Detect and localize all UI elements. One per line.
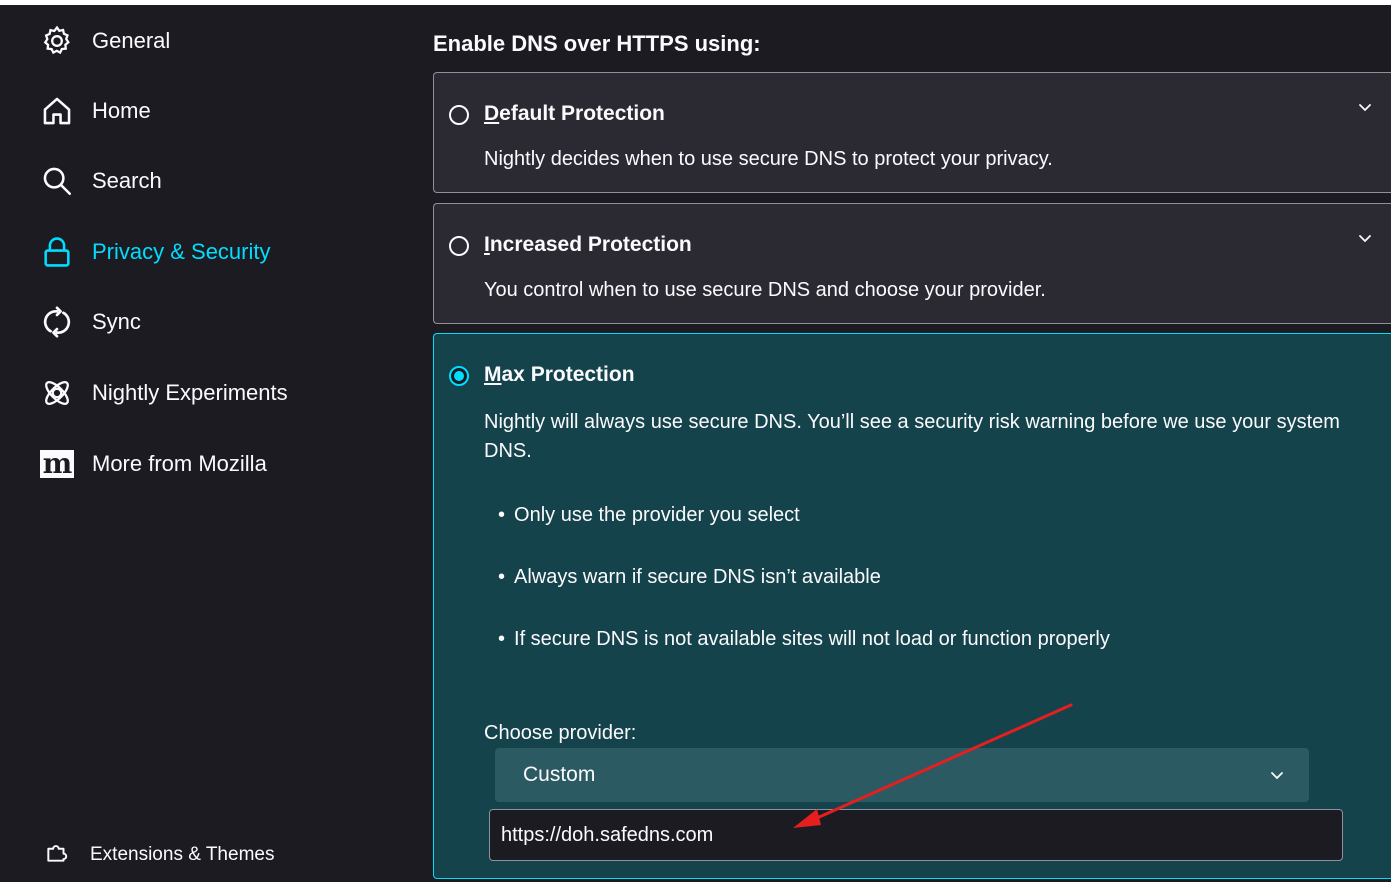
experiments-icon	[40, 377, 80, 409]
sidebar-item-privacy-security[interactable]: Privacy & Security	[40, 230, 271, 274]
sidebar-item-label: General	[92, 28, 171, 53]
option-max-protection[interactable]: Max Protection Nightly will always use s…	[433, 333, 1391, 879]
section-heading: Enable DNS over HTTPS using:	[433, 31, 761, 56]
chevron-down-icon	[1271, 772, 1283, 780]
chevron-down-icon[interactable]	[1355, 228, 1375, 248]
gear-icon	[40, 25, 80, 57]
sidebar-item-sync[interactable]: Sync	[40, 300, 141, 344]
sync-icon	[40, 306, 80, 338]
list-item: Always warn if secure DNS isn’t availabl…	[498, 563, 1110, 625]
dns-over-https-section: Enable DNS over HTTPS using: Default Pro…	[433, 5, 1391, 882]
sidebar-item-label: Extensions & Themes	[90, 844, 275, 865]
radio-increased-protection[interactable]	[449, 236, 469, 256]
chevron-down-icon[interactable]	[1355, 97, 1375, 117]
option-default-protection[interactable]: Default Protection Nightly decides when …	[433, 72, 1391, 193]
access-key: M	[484, 363, 502, 386]
radio-max-protection[interactable]	[449, 366, 469, 386]
sidebar-item-general[interactable]: General	[40, 19, 170, 63]
option-increased-protection[interactable]: Increased Protection You control when to…	[433, 203, 1391, 324]
list-item: Only use the provider you select	[498, 501, 1110, 563]
sidebar-item-search[interactable]: Search	[40, 159, 162, 203]
sidebar-item-home[interactable]: Home	[40, 89, 151, 133]
home-icon	[40, 95, 80, 127]
access-key: D	[484, 102, 500, 125]
option-description: Nightly decides when to use secure DNS t…	[484, 148, 1053, 170]
sidebar-extensions-themes[interactable]: Extensions & Themes	[44, 840, 274, 870]
sidebar-item-label: Privacy & Security	[92, 239, 271, 264]
custom-provider-url-input[interactable]: https://doh.safedns.com	[489, 809, 1343, 861]
puzzle-icon	[44, 839, 70, 871]
sidebar-item-label: More from Mozilla	[92, 451, 267, 476]
provider-select[interactable]: Custom	[495, 748, 1309, 802]
mozilla-m-icon: m	[40, 450, 74, 478]
provider-select-value: Custom	[523, 763, 596, 786]
sidebar-item-label: Search	[92, 168, 162, 193]
option-description: Nightly will always use secure DNS. You’…	[484, 411, 1340, 462]
option-title-text: ncreased Protection	[489, 233, 692, 256]
sidebar-item-label: Sync	[92, 309, 141, 334]
sidebar-item-label: Nightly Experiments	[92, 380, 288, 405]
sidebar: General Home Search Privacy & Security S…	[0, 5, 410, 882]
lock-icon	[40, 236, 80, 268]
search-icon	[40, 165, 80, 197]
choose-provider-label: Choose provider:	[484, 722, 637, 744]
option-title: Increased Protection	[484, 233, 692, 257]
option-title-text: efault Protection	[499, 102, 665, 125]
list-item: If secure DNS is not available sites wil…	[498, 625, 1110, 687]
max-protection-bullets: Only use the provider you select Always …	[498, 501, 1110, 687]
option-title-text: ax Protection	[501, 363, 635, 386]
option-title: Default Protection	[484, 102, 665, 126]
sidebar-item-nightly-experiments[interactable]: Nightly Experiments	[40, 371, 288, 415]
option-title: Max Protection	[484, 363, 635, 387]
sidebar-item-label: Home	[92, 98, 151, 123]
sidebar-item-more-from-mozilla[interactable]: m More from Mozilla	[40, 442, 267, 486]
radio-default-protection[interactable]	[449, 105, 469, 125]
mozilla-m-icon-wrap: m	[40, 448, 80, 480]
option-description: You control when to use secure DNS and c…	[484, 279, 1046, 301]
